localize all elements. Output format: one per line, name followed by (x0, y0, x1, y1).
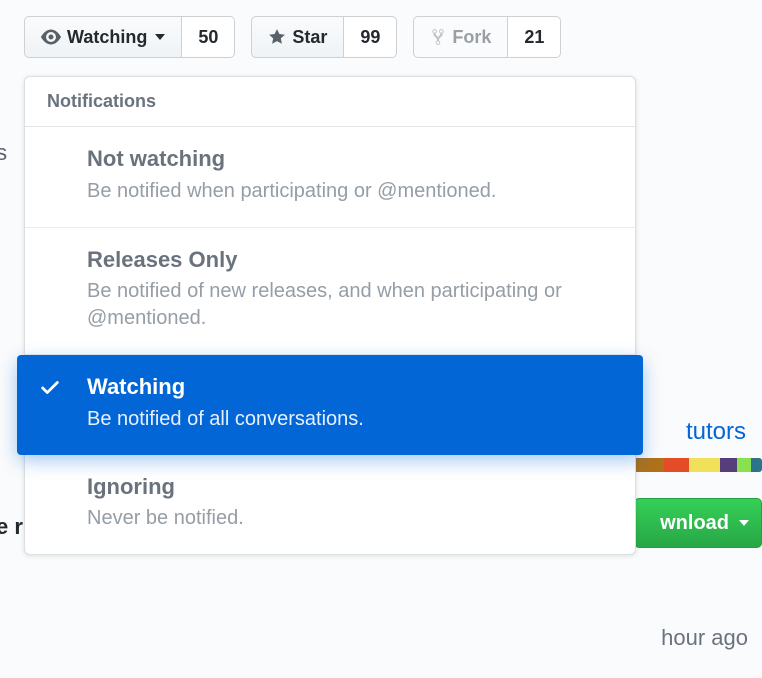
option-releases-only[interactable]: Releases Only Be notified of new release… (25, 228, 635, 356)
dropdown-header: Notifications (25, 77, 635, 127)
option-title: Ignoring (87, 473, 613, 502)
star-icon (268, 28, 286, 46)
watch-count[interactable]: 50 (182, 16, 235, 58)
cropped-text: ts (0, 140, 7, 166)
caret-down-icon (155, 34, 165, 40)
check-icon (39, 377, 61, 402)
option-desc: Be notified of new releases, and when pa… (87, 278, 613, 332)
caret-down-icon (739, 520, 749, 526)
download-label: wnload (660, 512, 729, 535)
option-desc: Be notified of all conversations. (87, 406, 613, 433)
option-desc: Be notified when participating or @menti… (87, 178, 613, 205)
star-button[interactable]: Star (251, 16, 344, 58)
watch-button[interactable]: Watching (24, 16, 182, 58)
clone-download-button[interactable]: wnload (634, 498, 762, 548)
option-not-watching[interactable]: Not watching Be notified when participat… (25, 127, 635, 228)
option-title: Watching (87, 373, 613, 402)
notifications-dropdown: Notifications Not watching Be notified w… (24, 76, 636, 555)
option-title: Releases Only (87, 246, 613, 275)
contributors-link-fragment[interactable]: tutors (686, 418, 746, 446)
star-count[interactable]: 99 (344, 16, 397, 58)
eye-icon (41, 27, 61, 47)
option-desc: Never be notified. (87, 505, 613, 532)
cropped-text: e r (0, 514, 23, 540)
watch-label: Watching (67, 27, 147, 48)
star-button-group: Star 99 (251, 16, 397, 58)
fork-icon (430, 28, 446, 46)
fork-button-group: Fork 21 (413, 16, 561, 58)
option-watching[interactable]: Watching Be notified of all conversation… (17, 355, 643, 455)
language-bar[interactable] (622, 458, 762, 472)
fork-count[interactable]: 21 (508, 16, 561, 58)
option-title: Not watching (87, 145, 613, 174)
option-ignoring[interactable]: Ignoring Never be notified. (25, 455, 635, 555)
star-label: Star (292, 27, 327, 48)
fork-label: Fork (452, 27, 491, 48)
fork-button[interactable]: Fork (413, 16, 508, 58)
relative-time: hour ago (661, 625, 748, 651)
watch-button-group: Watching 50 (24, 16, 235, 58)
repo-actions-toolbar: Watching 50 Star 99 Fork 21 (0, 0, 762, 74)
